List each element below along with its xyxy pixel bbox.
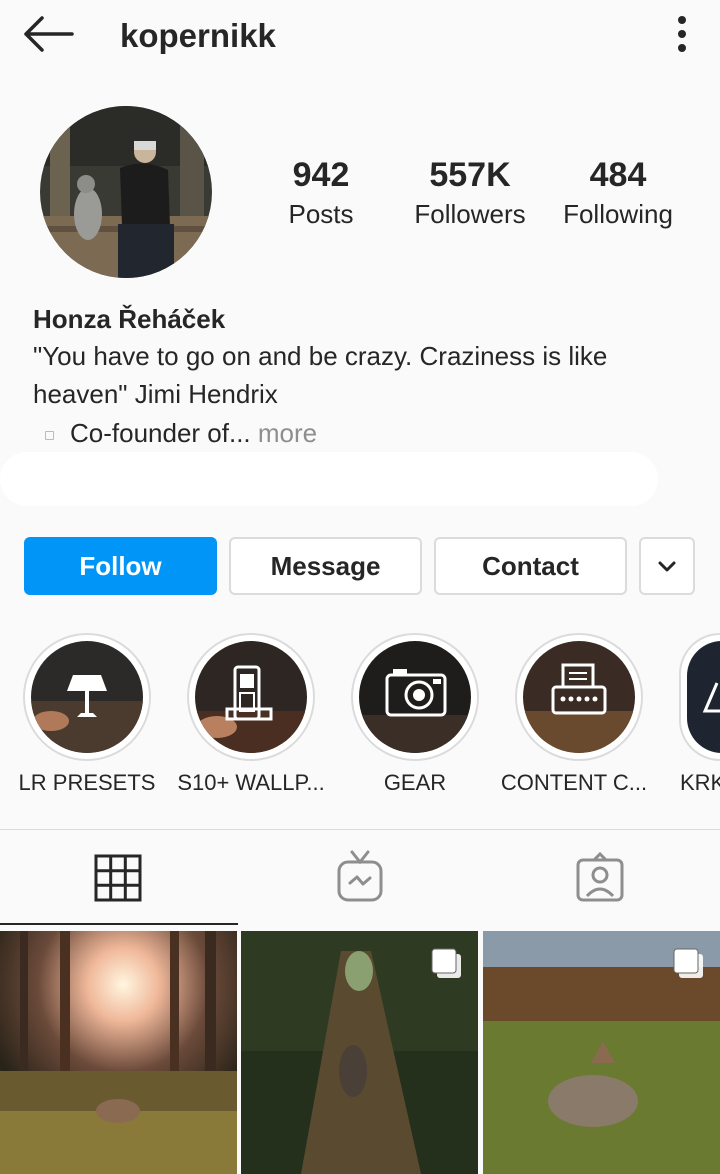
highlight-cover (359, 641, 471, 753)
post-thumbnail[interactable] (483, 931, 720, 1174)
highlight-s10-wallpapers[interactable] (187, 633, 315, 761)
redaction-overlay (0, 452, 658, 506)
posts-count: 942 (292, 156, 350, 194)
followers-stat[interactable]: 557K Followers (395, 154, 545, 232)
highlight-cover (523, 641, 635, 753)
highlight-gear[interactable] (351, 633, 479, 761)
follow-button[interactable]: Follow (24, 537, 217, 595)
following-count: 484 (589, 156, 647, 194)
camera-icon (359, 641, 471, 753)
suggested-dropdown-button[interactable] (639, 537, 695, 595)
tab-igtv[interactable] (330, 850, 390, 906)
typewriter-icon (523, 641, 635, 753)
back-button[interactable] (20, 14, 76, 54)
igtv-icon (337, 850, 383, 902)
posts-label: Posts (288, 199, 354, 229)
highlight-lr-presets[interactable] (23, 633, 151, 761)
bio-cofounder-text: Co-founder of (70, 418, 229, 448)
followers-count: 557K (429, 156, 511, 194)
triangle-icon (687, 641, 720, 753)
following-stat[interactable]: 484 Following (543, 154, 693, 232)
highlight-cover (195, 641, 307, 753)
bio-text-line: "You have to go on and be crazy. Crazine… (33, 341, 608, 371)
avatar-photo (40, 106, 212, 278)
following-label: Following (563, 199, 673, 229)
highlight-label: LR PRESETS (18, 770, 156, 795)
followers-label: Followers (414, 199, 526, 229)
grid-icon (94, 854, 142, 902)
highlight-label: KRK (680, 770, 720, 795)
bio-text-line: Co-founder of... more (33, 414, 317, 452)
tagged-icon (576, 851, 624, 902)
multi-photo-icon (431, 948, 461, 978)
bio-text-line: heaven" Jimi Hendrix (33, 379, 278, 409)
page-title: kopernikk (120, 17, 276, 54)
highlight-cover (31, 641, 143, 753)
forest-sunlight-photo (0, 931, 237, 1174)
more-options-button[interactable] (664, 14, 700, 54)
tab-tagged[interactable] (570, 850, 630, 906)
more-vertical-icon (678, 16, 686, 52)
contact-button[interactable]: Contact (434, 537, 627, 595)
active-tab-indicator (0, 923, 238, 925)
highlight-label: GEAR (383, 770, 447, 795)
avatar[interactable] (40, 106, 212, 278)
phone-icon (195, 641, 307, 753)
bullet-icon (45, 430, 54, 440)
message-button[interactable]: Message (229, 537, 422, 595)
tab-grid[interactable] (88, 850, 148, 906)
chevron-down-icon (658, 561, 676, 572)
highlight-label: CONTENT C... (500, 770, 648, 795)
tabs-divider (0, 829, 720, 830)
post-thumbnail[interactable] (241, 931, 478, 1174)
multi-photo-icon (673, 948, 703, 978)
highlight-label: S10+ WALLP... (177, 770, 325, 795)
bio-more-link[interactable]: more (251, 418, 317, 448)
highlight-krk[interactable] (679, 633, 720, 761)
lamp-icon (31, 641, 143, 753)
profile-name: Honza Řeháček (33, 304, 226, 334)
highlight-cover (687, 641, 720, 753)
post-thumbnail[interactable] (0, 931, 237, 1174)
back-arrow-icon (24, 16, 74, 52)
bio-ellipsis: ... (228, 418, 251, 448)
highlight-content-creation[interactable] (515, 633, 643, 761)
posts-stat[interactable]: 942 Posts (246, 154, 396, 232)
